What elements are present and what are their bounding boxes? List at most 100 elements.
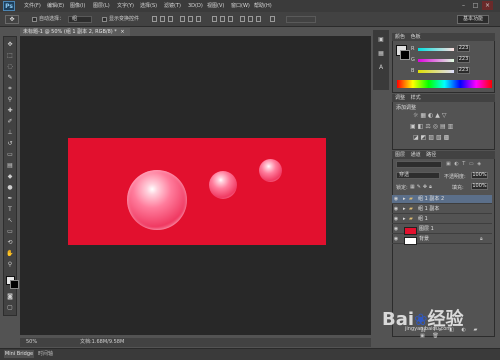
- quick-select-tool-icon[interactable]: ✎: [5, 73, 15, 82]
- distribute-hcenter-icon[interactable]: [248, 16, 253, 22]
- adjustment-icons-row-1[interactable]: ☼▦◐▲▽: [413, 112, 469, 119]
- zoom-tool-icon[interactable]: ⚲: [5, 260, 15, 269]
- styles-tab[interactable]: 样式: [411, 95, 421, 101]
- menu-filter[interactable]: 滤镜(T): [164, 2, 181, 10]
- maximize-button[interactable]: □: [470, 1, 481, 10]
- properties-panel-icon[interactable]: ▦: [376, 50, 386, 59]
- layer-row-group-1-copy-2[interactable]: ◉ ▸ ▰ 组 1 副本 2: [392, 195, 492, 204]
- minimize-button[interactable]: –: [458, 1, 469, 10]
- layer-row-background[interactable]: ◉ 背景 🔒︎: [392, 235, 492, 245]
- menu-window[interactable]: 窗口(W): [231, 2, 250, 10]
- menu-help[interactable]: 帮助(H): [254, 2, 272, 10]
- adjustment-icons-row-2[interactable]: ▣◧⚖◎▤▥: [410, 123, 470, 130]
- align-left-icon[interactable]: [180, 16, 185, 22]
- channels-tab[interactable]: 通道: [411, 152, 421, 158]
- swatches-tab[interactable]: 色板: [411, 34, 421, 40]
- menu-file[interactable]: 文件(F): [24, 2, 41, 10]
- g-slider[interactable]: [418, 59, 454, 62]
- adjustment-icons-row-3[interactable]: ◪◩▨▧▩: [413, 134, 469, 141]
- align-hcenter-icon[interactable]: [188, 16, 193, 22]
- timeline-tab[interactable]: 时间轴: [38, 350, 53, 358]
- b-slider[interactable]: [418, 70, 454, 73]
- layer-kind-filter[interactable]: [396, 161, 442, 168]
- eyedropper-tool-icon[interactable]: ⚲: [5, 95, 15, 104]
- adjustments-tab[interactable]: 调整: [395, 95, 405, 101]
- auto-select-checkbox[interactable]: [32, 17, 37, 22]
- align-top-icon[interactable]: [152, 16, 157, 22]
- 3d-mode-icons[interactable]: [286, 16, 316, 23]
- expand-arrow-icon[interactable]: ▸: [403, 205, 406, 214]
- quick-mask-icon[interactable]: ◙: [5, 292, 15, 301]
- screen-mode-icon[interactable]: ▢: [5, 303, 15, 312]
- color-spectrum-bar[interactable]: [397, 80, 492, 88]
- distribute-vcenter-icon[interactable]: [220, 16, 225, 22]
- character-panel-icon[interactable]: A: [376, 64, 386, 73]
- lock-icons[interactable]: ▦✎✥🔒︎: [410, 184, 440, 190]
- expand-arrow-icon[interactable]: ▸: [403, 215, 406, 224]
- visibility-eye-icon[interactable]: ◉: [393, 215, 399, 224]
- background-color-swatch[interactable]: [10, 280, 19, 289]
- dodge-tool-icon[interactable]: ●: [5, 183, 15, 192]
- blur-tool-icon[interactable]: ◆: [5, 172, 15, 181]
- history-panel-icon[interactable]: ▣: [376, 36, 386, 45]
- menu-view[interactable]: 视图(V): [207, 2, 224, 10]
- g-value[interactable]: 223: [457, 56, 470, 63]
- menu-select[interactable]: 选择(S): [140, 2, 157, 10]
- close-window-button[interactable]: ×: [482, 1, 493, 10]
- color-tab[interactable]: 颜色: [395, 34, 405, 40]
- menu-image[interactable]: 图像(I): [70, 2, 85, 10]
- document-close-icon[interactable]: ×: [120, 29, 124, 35]
- menu-edit[interactable]: 编辑(E): [47, 2, 64, 10]
- align-vcenter-icon[interactable]: [160, 16, 165, 22]
- visibility-eye-icon[interactable]: ◉: [393, 235, 399, 244]
- distribute-right-icon[interactable]: [256, 16, 261, 22]
- blend-mode-dropdown[interactable]: 穿透: [396, 172, 440, 179]
- eraser-tool-icon[interactable]: ▭: [5, 150, 15, 159]
- gradient-tool-icon[interactable]: ▤: [5, 161, 15, 170]
- distribute-left-icon[interactable]: [240, 16, 245, 22]
- auto-align-icon[interactable]: [270, 16, 275, 22]
- distribute-bottom-icon[interactable]: [228, 16, 233, 22]
- menu-layer[interactable]: 图层(L): [93, 2, 110, 10]
- pen-tool-icon[interactable]: ✒: [5, 194, 15, 203]
- layer-row-layer-1[interactable]: ◉ 图层 1: [392, 225, 492, 235]
- clone-stamp-tool-icon[interactable]: ⊥: [5, 128, 15, 137]
- r-slider[interactable]: [418, 48, 454, 51]
- color-panel-bg-swatch[interactable]: [400, 50, 410, 60]
- visibility-eye-icon[interactable]: ◉: [393, 225, 399, 234]
- distribute-top-icon[interactable]: [212, 16, 217, 22]
- opacity-value[interactable]: 100%: [471, 172, 488, 179]
- path-select-tool-icon[interactable]: ↖: [5, 216, 15, 225]
- layers-tab[interactable]: 图层: [395, 152, 405, 158]
- mini-bridge-tab[interactable]: Mini Bridge: [4, 350, 34, 358]
- visibility-eye-icon[interactable]: ◉: [393, 195, 399, 204]
- type-tool-icon[interactable]: T: [5, 205, 15, 214]
- align-right-icon[interactable]: [196, 16, 201, 22]
- r-value[interactable]: 223: [457, 45, 470, 52]
- workspace-switcher[interactable]: 基本功能: [457, 15, 489, 24]
- paths-tab[interactable]: 路径: [426, 152, 436, 158]
- menu-type[interactable]: 文字(Y): [117, 2, 134, 10]
- align-bottom-icon[interactable]: [168, 16, 173, 22]
- b-value[interactable]: 223: [457, 67, 470, 74]
- hand-tool-icon[interactable]: ✋: [5, 249, 15, 258]
- layer-filter-icons[interactable]: ▣ ◐ T ▭ ◈: [446, 161, 490, 168]
- move-tool-icon[interactable]: ✥: [5, 40, 15, 49]
- auto-select-dropdown[interactable]: 组: [68, 16, 92, 23]
- expand-arrow-icon[interactable]: ▸: [403, 195, 406, 204]
- crop-tool-icon[interactable]: ⌗: [5, 84, 15, 93]
- shape-tool-icon[interactable]: ▭: [5, 227, 15, 236]
- menu-3d[interactable]: 3D(D): [188, 2, 203, 10]
- fill-value[interactable]: 100%: [471, 183, 488, 190]
- zoom-level[interactable]: 50%: [26, 338, 37, 347]
- layer-row-group-1[interactable]: ◉ ▸ ▰ 组 1: [392, 215, 492, 224]
- show-transform-checkbox[interactable]: [102, 17, 107, 22]
- brush-tool-icon[interactable]: ✐: [5, 117, 15, 126]
- 3d-rotate-tool-icon[interactable]: ⟲: [5, 238, 15, 247]
- lasso-tool-icon[interactable]: ◌: [5, 62, 15, 71]
- history-brush-tool-icon[interactable]: ↺: [5, 139, 15, 148]
- move-tool-preset-icon[interactable]: ✥: [5, 15, 19, 24]
- healing-brush-tool-icon[interactable]: ✚: [5, 106, 15, 115]
- canvas[interactable]: [68, 138, 326, 245]
- visibility-eye-icon[interactable]: ◉: [393, 205, 399, 214]
